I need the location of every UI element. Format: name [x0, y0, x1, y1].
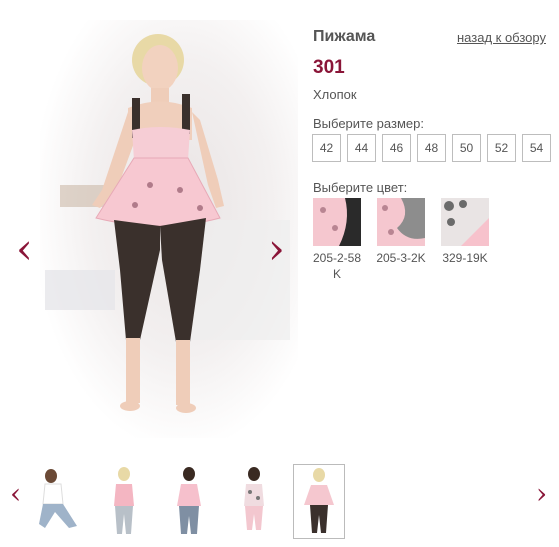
product-price: 301 — [313, 57, 345, 78]
thumbnail-3[interactable] — [163, 464, 215, 539]
thumbnail-2[interactable] — [98, 464, 150, 539]
size-option-52[interactable]: 52 — [487, 134, 516, 162]
color-code: 205-3-2K — [376, 251, 426, 265]
previous-image-arrow-icon[interactable]: ‹ — [16, 228, 33, 270]
color-swatch-image — [377, 198, 425, 246]
size-option-44[interactable]: 44 — [347, 134, 376, 162]
thumbnail-4[interactable] — [228, 464, 280, 539]
color-code: 329-19K — [442, 251, 488, 265]
color-swatch-image — [313, 198, 361, 246]
size-option-46[interactable]: 46 — [382, 134, 411, 162]
thumbnail-strip — [33, 464, 345, 539]
thumbnail-5-active[interactable] — [293, 464, 345, 539]
thumbnails-previous-arrow-icon[interactable]: ‹ — [10, 480, 21, 508]
product-title: Пижама — [313, 28, 376, 45]
color-swatch-image — [441, 198, 489, 246]
color-option-205-3-2k[interactable]: 205-3-2K — [376, 198, 426, 282]
back-to-overview-link[interactable]: назад к обзору — [457, 30, 546, 45]
model-in-pajama-photo — [45, 34, 290, 413]
size-option-50[interactable]: 50 — [452, 134, 481, 162]
size-option-42[interactable]: 42 — [312, 134, 341, 162]
size-select-label: Выберите размер: — [313, 116, 424, 131]
thumbnails-next-arrow-icon[interactable]: › — [536, 480, 547, 508]
next-image-arrow-icon[interactable]: › — [268, 228, 285, 270]
color-select-label: Выберите цвет: — [313, 180, 408, 195]
color-option-329-19k[interactable]: 329-19K — [440, 198, 490, 282]
product-main-image — [40, 20, 298, 438]
color-option-205-2-58k[interactable]: 205-2-58K — [312, 198, 362, 282]
thumbnail-1[interactable] — [33, 464, 85, 539]
color-code: 205-2-58K — [312, 251, 362, 281]
size-option-54[interactable]: 54 — [522, 134, 551, 162]
size-options: 42 44 46 48 50 52 54 — [312, 134, 551, 162]
color-options: 205-2-58K 205-3-2K 329-19K — [312, 198, 490, 282]
size-option-48[interactable]: 48 — [417, 134, 446, 162]
product-material: Хлопок — [313, 87, 357, 102]
